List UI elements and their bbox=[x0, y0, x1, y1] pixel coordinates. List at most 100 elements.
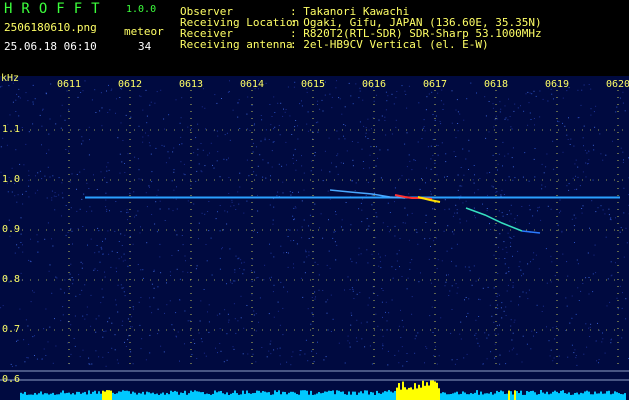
noise-speck bbox=[513, 347, 515, 349]
noise-speck bbox=[62, 314, 64, 316]
noise-speck bbox=[522, 176, 524, 178]
noise-speck bbox=[494, 343, 496, 345]
noise-speck bbox=[460, 338, 462, 340]
level-bar bbox=[228, 394, 230, 400]
noise-speck bbox=[463, 119, 465, 121]
noise-speck bbox=[345, 125, 346, 127]
noise-speck bbox=[401, 175, 403, 177]
noise-speck bbox=[464, 299, 465, 301]
noise-speck bbox=[47, 341, 49, 343]
noise-speck bbox=[387, 95, 389, 97]
noise-speck bbox=[543, 172, 545, 174]
noise-speck bbox=[133, 308, 134, 310]
noise-speck bbox=[361, 209, 363, 211]
y-tick-label: 0.6 bbox=[2, 374, 21, 385]
level-bar bbox=[344, 394, 346, 400]
noise-speck bbox=[561, 230, 563, 232]
level-bar bbox=[404, 387, 406, 400]
noise-speck bbox=[146, 206, 148, 208]
level-bar bbox=[354, 391, 356, 400]
noise-speck bbox=[201, 212, 203, 214]
noise-speck bbox=[520, 269, 522, 271]
noise-speck bbox=[455, 156, 457, 157]
noise-speck bbox=[51, 197, 53, 199]
level-bar bbox=[38, 393, 40, 400]
noise-speck bbox=[257, 194, 258, 196]
noise-speck bbox=[82, 140, 84, 142]
noise-speck bbox=[58, 177, 60, 179]
noise-speck bbox=[492, 107, 494, 109]
noise-speck bbox=[541, 184, 543, 186]
noise-speck bbox=[14, 252, 16, 254]
noise-speck bbox=[351, 141, 353, 142]
level-bar bbox=[92, 391, 94, 400]
level-bar bbox=[566, 393, 568, 400]
noise-speck bbox=[532, 215, 534, 217]
noise-speck bbox=[47, 222, 49, 224]
noise-speck bbox=[338, 138, 340, 140]
noise-speck bbox=[355, 262, 357, 264]
noise-speck bbox=[43, 328, 45, 330]
noise-speck bbox=[58, 194, 60, 196]
level-bar bbox=[418, 384, 420, 400]
level-bar bbox=[316, 393, 318, 400]
noise-speck bbox=[489, 172, 491, 173]
noise-speck bbox=[105, 199, 107, 201]
noise-speck bbox=[274, 126, 276, 128]
noise-speck bbox=[226, 283, 227, 285]
noise-speck bbox=[341, 219, 343, 221]
noise-speck bbox=[445, 281, 447, 283]
noise-speck bbox=[294, 126, 296, 128]
noise-speck bbox=[382, 343, 384, 345]
noise-speck bbox=[175, 312, 177, 314]
noise-speck bbox=[117, 311, 119, 313]
noise-speck bbox=[430, 193, 432, 195]
noise-speck bbox=[387, 350, 389, 352]
noise-speck bbox=[293, 240, 295, 241]
noise-speck bbox=[577, 89, 579, 91]
noise-speck bbox=[371, 194, 373, 196]
noise-speck bbox=[494, 333, 496, 335]
noise-speck bbox=[160, 89, 162, 91]
noise-speck bbox=[511, 128, 513, 130]
level-bar bbox=[458, 394, 460, 400]
noise-speck bbox=[360, 253, 362, 255]
level-bar bbox=[478, 394, 480, 400]
noise-speck bbox=[202, 149, 204, 151]
noise-speck bbox=[512, 147, 514, 149]
noise-speck bbox=[382, 348, 383, 350]
level-bar bbox=[48, 394, 50, 400]
level-bar bbox=[274, 390, 276, 400]
noise-speck bbox=[355, 182, 357, 184]
noise-speck bbox=[0, 307, 2, 309]
noise-speck bbox=[301, 100, 302, 102]
noise-speck bbox=[270, 276, 272, 278]
level-bar bbox=[408, 387, 410, 400]
noise-speck bbox=[396, 91, 398, 92]
noise-speck bbox=[417, 141, 419, 143]
noise-speck bbox=[215, 347, 216, 349]
noise-speck bbox=[457, 123, 459, 124]
noise-speck bbox=[455, 137, 457, 139]
noise-speck bbox=[179, 299, 181, 301]
noise-speck bbox=[36, 358, 38, 360]
noise-speck bbox=[259, 297, 261, 299]
noise-speck bbox=[459, 198, 461, 200]
noise-speck bbox=[394, 354, 396, 356]
noise-speck bbox=[522, 273, 524, 275]
noise-speck bbox=[123, 287, 125, 289]
noise-speck bbox=[610, 275, 612, 277]
noise-speck bbox=[352, 290, 354, 292]
noise-speck bbox=[83, 193, 85, 195]
noise-speck bbox=[190, 128, 192, 130]
noise-speck bbox=[307, 308, 309, 310]
noise-speck bbox=[64, 119, 66, 121]
noise-speck bbox=[521, 361, 523, 363]
noise-speck bbox=[71, 277, 73, 278]
noise-speck bbox=[575, 355, 577, 356]
level-bar bbox=[590, 394, 592, 400]
noise-speck bbox=[395, 126, 397, 128]
noise-speck bbox=[347, 335, 349, 337]
level-bar bbox=[300, 390, 302, 400]
noise-speck bbox=[535, 95, 537, 97]
